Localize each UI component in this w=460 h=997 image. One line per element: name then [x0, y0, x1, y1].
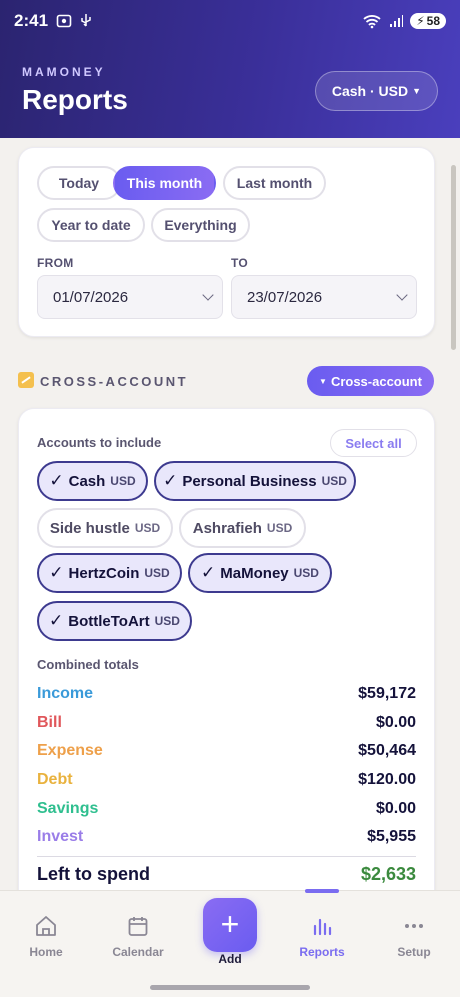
plus-icon: + [220, 905, 240, 942]
to-label: TO [231, 256, 249, 270]
check-icon: ✓ [49, 611, 64, 630]
select-all-button[interactable]: Select all [330, 429, 417, 457]
account-chip-side-hustle[interactable]: Side hustle USD [37, 508, 173, 548]
to-date-field[interactable]: 23/07/2026 [231, 275, 417, 319]
from-label: FROM [37, 256, 74, 270]
add-label: Add [218, 952, 242, 966]
chip-last-month[interactable]: Last month [223, 166, 326, 200]
cross-account-card: Accounts to include Select all ✓ Cash US… [18, 408, 435, 908]
account-selector[interactable]: Cash · USD ▼ [314, 71, 438, 111]
account-chip-cash[interactable]: ✓ Cash USD [37, 461, 148, 501]
total-row-debt: Debt $120.00 [37, 771, 416, 788]
totals-divider [37, 856, 416, 857]
total-row-bill: Bill $0.00 [37, 714, 416, 731]
check-icon: ✓ [163, 471, 178, 490]
total-row-invest: Invest $5,955 [37, 828, 416, 845]
chip-today[interactable]: Today [37, 166, 121, 200]
battery-indicator: ⚡ 58 [410, 13, 446, 29]
section-title: CROSS-ACCOUNT [40, 374, 189, 389]
account-chip-personal-business[interactable]: ✓ Personal Business USD [154, 461, 356, 501]
account-chip-hertzcoin[interactable]: ✓ HertzCoin USD [37, 553, 182, 593]
bar-chart-icon [313, 918, 332, 936]
check-icon: ✓ [201, 563, 216, 582]
status-bar: 2:41 ⚡ 58 [14, 9, 446, 33]
bolt-icon: ⚡ [416, 14, 425, 28]
nav-setup[interactable]: Setup [374, 913, 454, 959]
nav-reports[interactable]: Reports [282, 913, 362, 959]
accounts-label: Accounts to include [37, 435, 162, 450]
active-tab-indicator [305, 889, 339, 893]
home-icon [36, 916, 56, 936]
account-chip-bottletoart[interactable]: ✓ BottleToArt USD [37, 601, 192, 641]
cross-account-icon [18, 372, 34, 388]
left-to-spend-row: Left to spend $2,633 [37, 864, 416, 884]
calendar-icon [128, 917, 148, 936]
scrollbar-thumb[interactable] [451, 165, 456, 350]
combined-totals-label: Combined totals [37, 657, 139, 672]
status-time: 2:41 [14, 11, 49, 30]
page-title: Reports [22, 84, 128, 115]
period-card: Today This month Last month Year to date… [18, 147, 435, 337]
chevron-down-icon [202, 289, 214, 301]
from-date-field[interactable]: 01/07/2026 [37, 275, 223, 319]
account-chip-ashrafieh[interactable]: Ashrafieh USD [179, 508, 306, 548]
total-row-income: Income $59,172 [37, 685, 416, 702]
check-icon: ✓ [49, 563, 64, 582]
chip-this-month[interactable]: This month [113, 166, 216, 200]
total-row-savings: Savings $0.00 [37, 800, 416, 817]
nav-home[interactable]: Home [6, 913, 86, 959]
chip-year-to-date[interactable]: Year to date [37, 208, 145, 242]
gesture-home-bar[interactable] [150, 985, 310, 990]
usb-icon [81, 14, 91, 27]
chip-everything[interactable]: Everything [151, 208, 250, 242]
screenshot-icon [56, 14, 72, 28]
signal-icon [390, 15, 404, 27]
more-icon [405, 924, 423, 928]
add-button[interactable]: + [203, 898, 257, 952]
nav-calendar[interactable]: Calendar [98, 913, 178, 959]
chevron-down-icon [396, 289, 408, 301]
app-header: 2:41 ⚡ 58 MAMONEY Reports Cash · USD ▼ [0, 0, 460, 138]
check-icon: ✓ [49, 471, 64, 490]
total-row-expense: Expense $50,464 [37, 742, 416, 759]
cross-account-button[interactable]: ▼ Cross-account [307, 366, 434, 396]
caret-down-icon: ▼ [319, 376, 327, 386]
caret-down-icon: ▼ [412, 86, 421, 96]
app-brand: MAMONEY [22, 65, 106, 79]
account-chip-mamoney[interactable]: ✓ MaMoney USD [188, 553, 332, 593]
wifi-icon [363, 15, 381, 29]
